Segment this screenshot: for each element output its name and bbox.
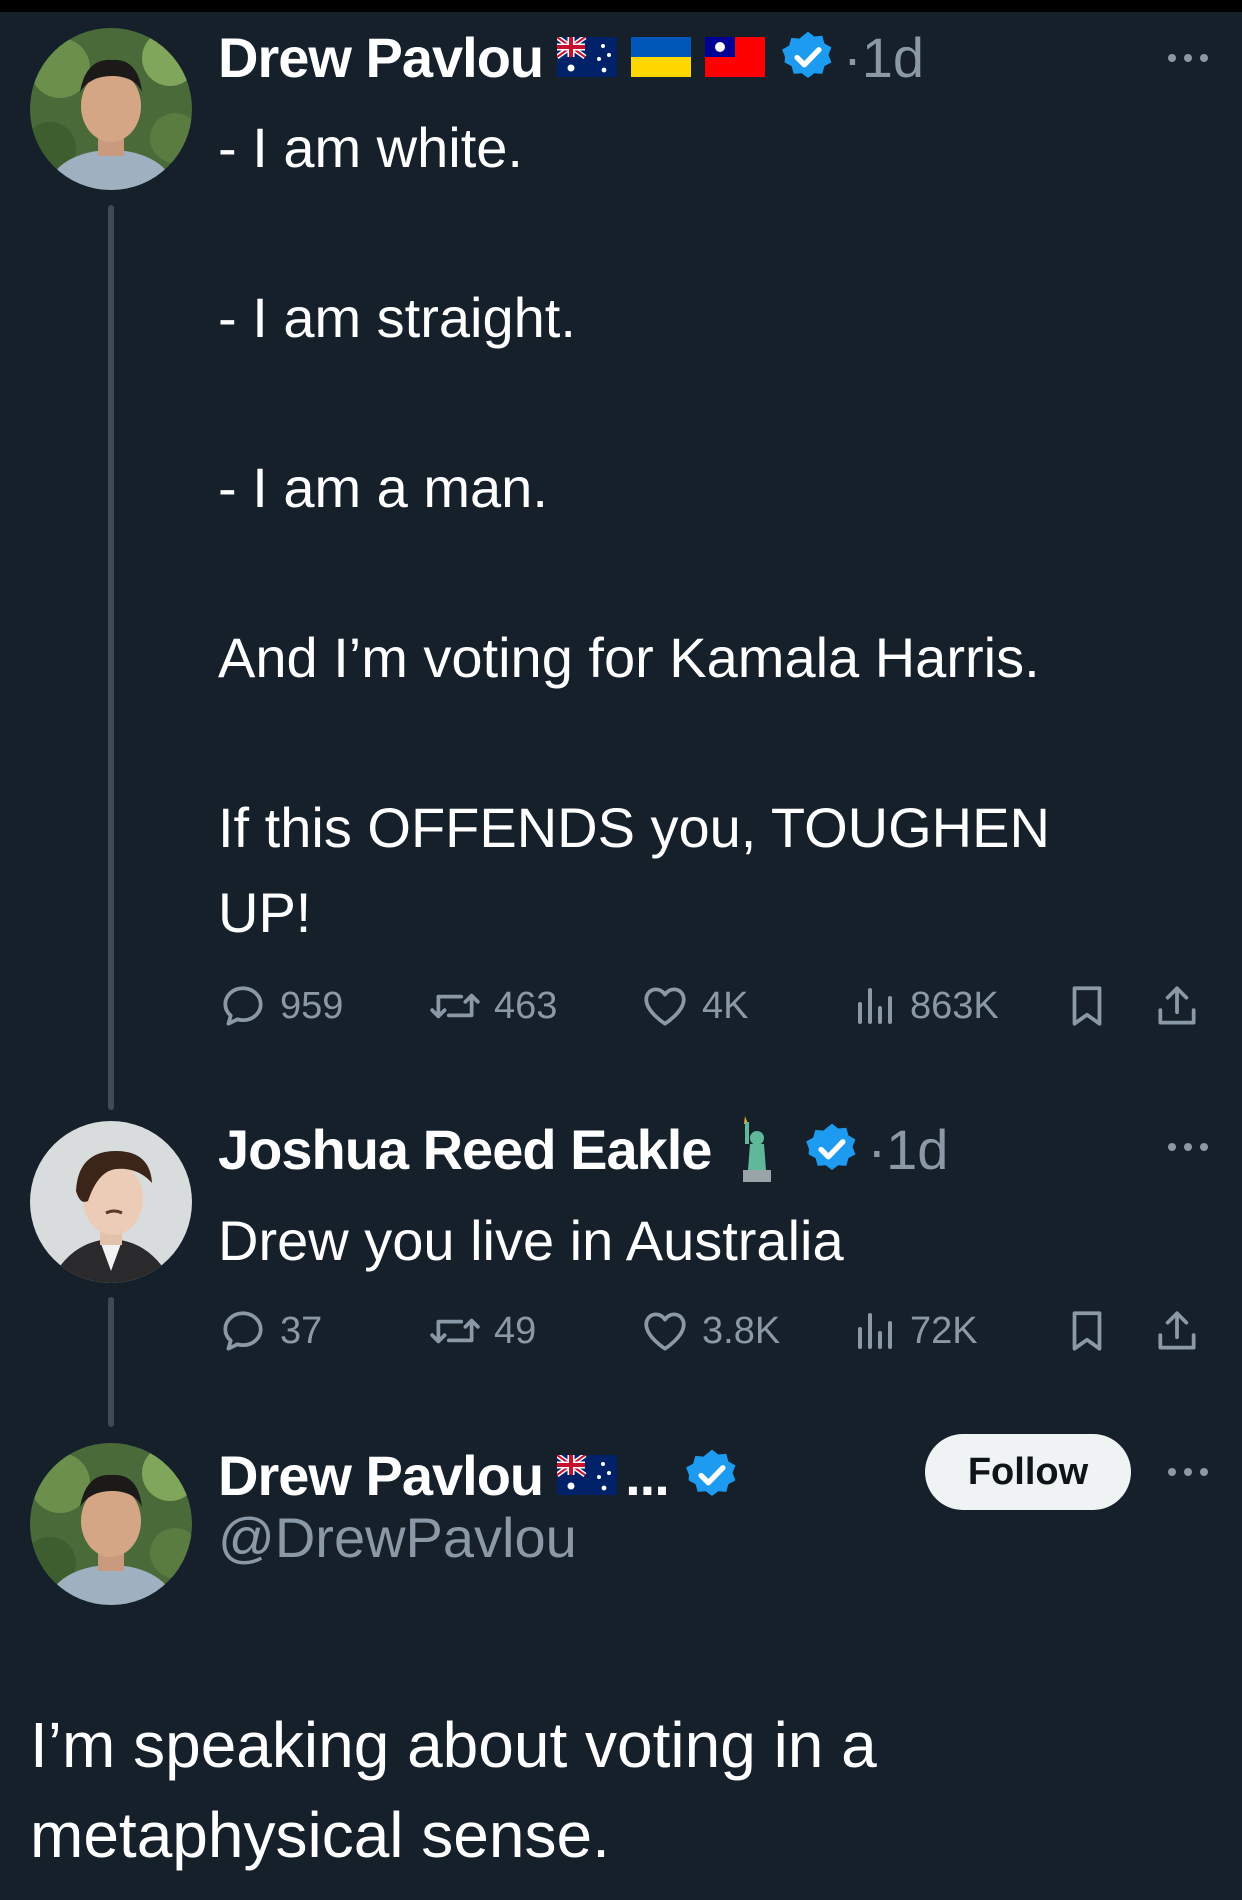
tweet-text: I’m speaking about voting in a metaphysi… — [30, 1709, 877, 1871]
verified-badge-icon — [806, 1123, 856, 1171]
reply-icon — [223, 986, 263, 1026]
like-button[interactable]: 3.8K — [640, 1306, 780, 1356]
like-count: 3.8K — [702, 1309, 781, 1352]
bookmark-icon — [1072, 1311, 1102, 1351]
reply-count: 959 — [280, 984, 344, 1027]
statue-of-liberty-icon — [743, 1116, 772, 1182]
views-icon — [858, 988, 892, 1024]
tweet-actions: 37 49 3.8K 72K — [218, 1306, 1218, 1366]
share-button[interactable] — [1152, 1306, 1214, 1356]
retweet-count: 463 — [494, 984, 558, 1027]
like-count: 4K — [702, 984, 749, 1027]
avatar-joshua-reed-eakle[interactable] — [30, 1121, 192, 1283]
views-button[interactable]: 72K — [850, 1306, 978, 1356]
verified-badge-icon — [685, 1449, 736, 1497]
retweet-count: 49 — [494, 1309, 537, 1352]
views-icon — [858, 1313, 892, 1349]
share-icon — [1158, 986, 1196, 1025]
like-icon — [644, 987, 686, 1026]
reply-count: 37 — [280, 1309, 323, 1352]
flag-taiwan-icon — [705, 37, 766, 77]
reply-button[interactable]: 959 — [218, 981, 343, 1031]
retweet-icon — [430, 993, 480, 1019]
retweet-button[interactable]: 49 — [428, 1306, 536, 1356]
author-name[interactable]: Drew Pavlou — [218, 1443, 544, 1508]
like-button[interactable]: 4K — [640, 981, 748, 1031]
verified-badge-icon — [782, 31, 832, 79]
tweet-text: - I am white. - I am straight. - I am a … — [218, 116, 1050, 944]
retweet-button[interactable]: 463 — [428, 981, 557, 1031]
flag-ukraine-icon — [631, 37, 692, 77]
reply-icon — [223, 1311, 263, 1351]
author-name[interactable]: Drew Pavlou — [218, 25, 544, 90]
bookmark-button[interactable] — [1062, 981, 1124, 1031]
share-icon — [1158, 1311, 1196, 1350]
reply-button[interactable]: 37 — [218, 1306, 322, 1356]
author-handle[interactable]: @DrewPavlou — [218, 1505, 577, 1570]
tweet-actions: 959 463 4K 863K — [218, 981, 1218, 1041]
views-count: 863K — [910, 984, 999, 1027]
thread-line — [108, 205, 114, 1110]
name-truncation: ... — [625, 1443, 670, 1507]
bookmark-icon — [1072, 986, 1102, 1026]
author-name[interactable]: Joshua Reed Eakle — [218, 1117, 712, 1182]
avatar-drew-pavlou[interactable] — [30, 1443, 192, 1605]
thread-line — [108, 1297, 114, 1427]
tweet-timestamp[interactable]: ·1d — [843, 25, 924, 90]
bookmark-button[interactable] — [1062, 1306, 1124, 1356]
flag-australia-icon — [557, 1455, 618, 1495]
share-button[interactable] — [1152, 981, 1214, 1031]
views-count: 72K — [910, 1309, 978, 1352]
views-button[interactable]: 863K — [850, 981, 999, 1031]
more-icon[interactable] — [1164, 48, 1212, 68]
status-bar — [0, 0, 1242, 12]
more-icon[interactable] — [1164, 1137, 1212, 1157]
tweet-timestamp[interactable]: ·1d — [867, 1117, 948, 1182]
follow-button[interactable]: Follow — [925, 1434, 1131, 1510]
more-icon[interactable] — [1164, 1462, 1212, 1482]
retweet-icon — [430, 1318, 480, 1344]
avatar-drew-pavlou[interactable] — [30, 28, 192, 190]
tweet-text: Drew you live in Australia — [218, 1209, 844, 1272]
like-icon — [644, 1312, 686, 1351]
flag-australia-icon — [557, 37, 618, 77]
